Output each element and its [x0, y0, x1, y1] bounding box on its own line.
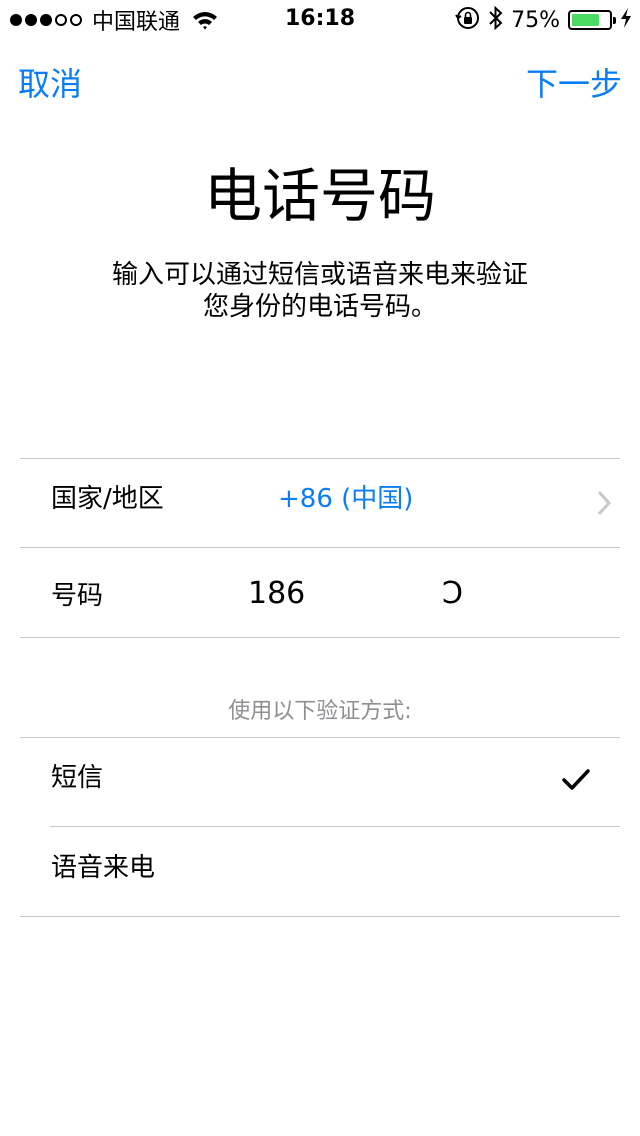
country-code-value: +86 (中国) [278, 484, 414, 514]
phone-number-input[interactable] [248, 575, 568, 611]
battery-icon [568, 10, 616, 30]
status-right: 75% [455, 4, 632, 36]
subtitle-line: 输入可以通过短信或语音来电来验证 [111, 260, 528, 290]
option-label: 短信 [51, 763, 104, 793]
checkmark-icon [562, 768, 590, 796]
number-label: 号码 [51, 581, 104, 611]
orientation-lock-icon [455, 5, 481, 35]
subtitle-line: 您身份的电话号码。 [202, 292, 437, 322]
divider [20, 737, 620, 738]
verification-section-header: 使用以下验证方式: [228, 699, 412, 724]
page-subtitle: 输入可以通过短信或语音来电来验证 您身份的电话号码。 [40, 259, 600, 323]
divider [20, 458, 620, 459]
country-label: 国家/地区 [51, 484, 164, 514]
next-button[interactable]: 下一步 [526, 64, 622, 104]
status-bar: 中国联通 16:18 75% [0, 0, 640, 40]
page-title: 电话号码 [203, 162, 436, 230]
cancel-button[interactable]: 取消 [18, 64, 82, 104]
divider [20, 916, 620, 917]
divider [50, 826, 620, 827]
option-label: 语音来电 [51, 853, 156, 883]
chevron-right-icon [596, 490, 612, 520]
bluetooth-icon [489, 5, 503, 35]
phone-number-tail: Ↄ [442, 576, 464, 611]
battery-level-fill [572, 14, 599, 26]
charging-bolt-icon [620, 7, 632, 33]
divider [20, 637, 620, 638]
battery-tip [613, 17, 616, 24]
battery-percentage: 75% [511, 7, 560, 33]
divider [20, 547, 620, 548]
